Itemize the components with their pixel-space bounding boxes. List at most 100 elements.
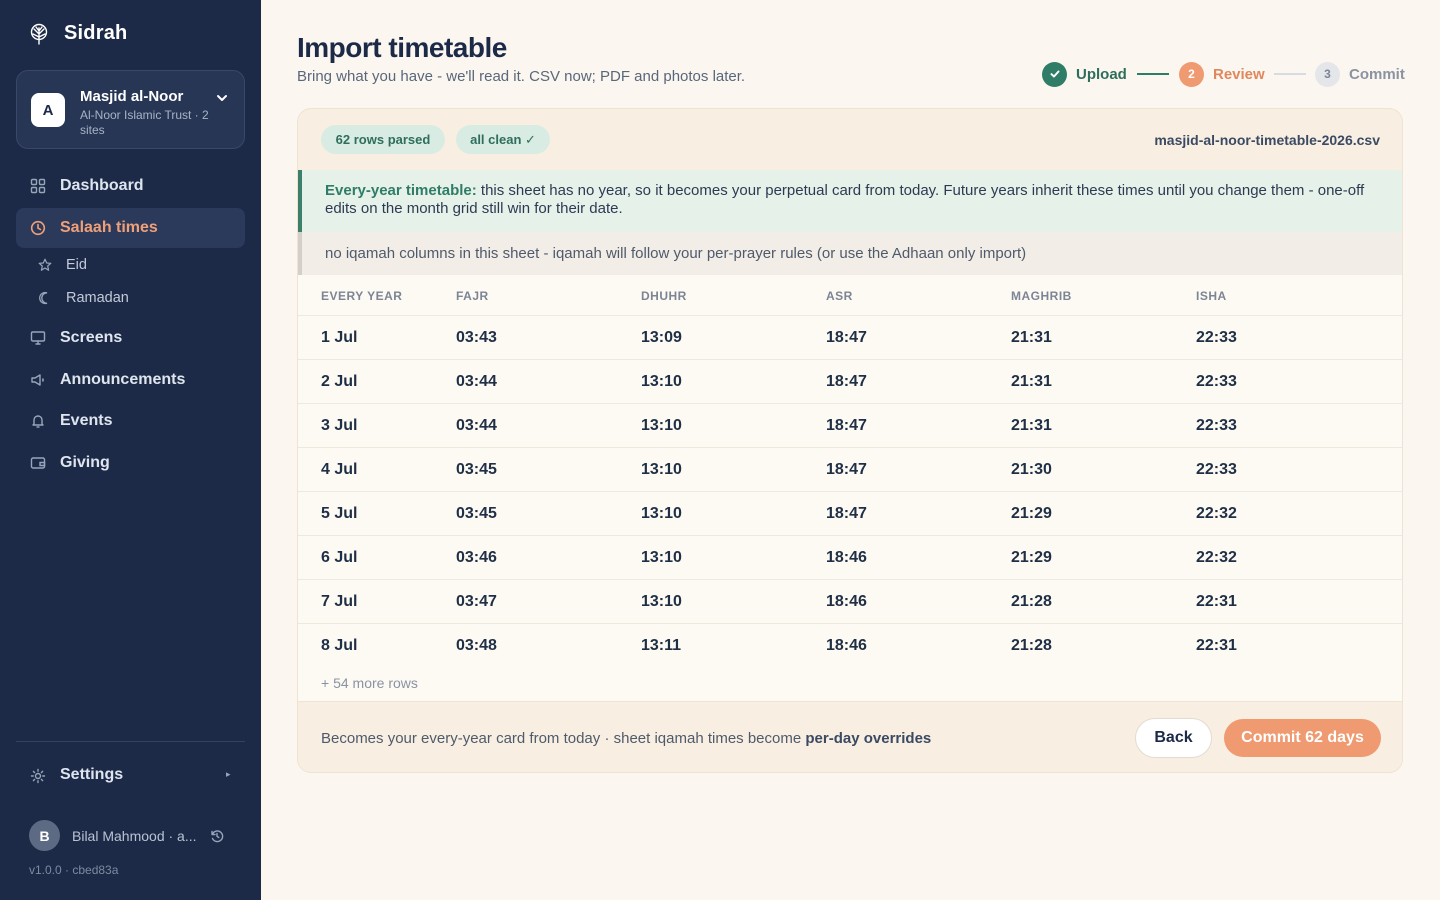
time-cell: 03:46 [456,549,497,566]
file-name: masjid-al-noor-timetable-2026.csv [1154,132,1380,148]
time-cell: 03:45 [456,461,497,478]
footer-text-emphasis: per-day overrides [805,730,932,747]
table-row: 6 Jul 03:46 13:10 18:46 21:29 22:32 [298,535,1402,579]
time-cell: 13:10 [641,461,682,478]
sidebar-subitem-label: Eid [66,257,87,273]
monitor-icon [30,331,46,345]
time-cell: 22:33 [1196,373,1237,390]
time-cell: 13:10 [641,417,682,434]
table-header: EVERY YEAR FAJR DHUHR ASR MAGHRIB ISHA [298,275,1402,315]
time-cell: 18:47 [826,505,867,522]
table-row: 3 Jul 03:44 13:10 18:47 21:31 22:33 [298,403,1402,447]
time-cell: 03:44 [456,373,497,390]
timetable-preview: EVERY YEAR FAJR DHUHR ASR MAGHRIB ISHA 1… [298,275,1402,701]
every-year-notice: Every-year timetable: this sheet has no … [298,170,1402,232]
time-cell: 21:28 [1011,593,1052,610]
step-connector [1274,73,1306,75]
date-cell: 7 Jul [321,593,358,610]
time-cell: 21:31 [1011,329,1052,346]
time-cell: 13:11 [641,637,682,654]
sidebar-item-dashboard[interactable]: Dashboard [16,166,245,206]
sidebar-item-events[interactable]: Events [16,401,245,441]
sidebar-item-label: Settings [60,766,124,783]
chevron-down-icon [217,95,227,101]
table-row: 2 Jul 03:44 13:10 18:47 21:31 22:33 [298,359,1402,403]
table-row: 4 Jul 03:45 13:10 18:47 21:30 22:33 [298,447,1402,491]
time-cell: 13:10 [641,593,682,610]
time-cell: 18:46 [826,549,867,566]
sidebar-item-announcements[interactable]: Announcements [16,360,245,400]
time-cell: 22:33 [1196,461,1237,478]
megaphone-icon [31,374,44,386]
status-badge: all clean ✓ [456,125,550,154]
wallet-icon [30,457,46,469]
time-cell: 22:32 [1196,549,1237,566]
time-cell: 22:32 [1196,505,1237,522]
sidebar: Sidrah A Masjid al-Noor Al-Noor Islamic … [0,0,261,900]
sidebar-item-screens[interactable]: Screens [16,318,245,358]
time-cell: 21:31 [1011,417,1052,434]
commit-button[interactable]: Commit 62 days [1224,719,1381,757]
time-cell: 18:47 [826,417,867,434]
refresh-icon[interactable] [209,828,225,844]
app-version: v1.0.0 · cbed83a [29,863,119,877]
sidebar-subitem-eid[interactable]: Eid [38,253,87,277]
footer-text: Becomes your every-year card from today … [321,730,931,747]
table-row: 8 Jul 03:48 13:11 18:46 21:28 22:31 [298,623,1402,667]
step-label: Review [1213,65,1265,83]
more-rows-note: + 54 more rows [321,675,418,691]
time-cell: 22:33 [1196,329,1237,346]
sidebar-item-salaah-times[interactable]: Salaah times [16,208,245,248]
back-button[interactable]: Back [1135,718,1212,758]
step-review[interactable]: 2 Review [1179,61,1265,87]
avatar: B [29,820,60,851]
user-name: Bilal Mahmood · a... [72,828,197,844]
org-switcher[interactable]: A Masjid al-Noor Al-Noor Islamic Trust ·… [16,70,245,149]
time-cell: 18:47 [826,329,867,346]
grid-icon [30,178,46,194]
sidebar-divider [16,741,245,742]
table-row: 7 Jul 03:47 13:10 18:46 21:28 22:31 [298,579,1402,623]
sidebar-item-label: Salaah times [60,219,158,236]
time-cell: 13:10 [641,373,682,390]
time-cell: 21:29 [1011,549,1052,566]
sidebar-item-label: Dashboard [60,177,144,194]
time-cell: 03:45 [456,505,497,522]
step-upload[interactable]: Upload [1042,61,1127,87]
step-number: 3 [1315,61,1340,87]
page-subtitle: Bring what you have - we'll read it. CSV… [297,68,746,85]
sidebar-item-giving[interactable]: Giving [16,443,245,483]
date-cell: 4 Jul [321,461,358,478]
review-card: 62 rows parsed all clean ✓ masjid-al-noo… [297,108,1403,773]
caret-right-icon: ▸ [226,769,231,779]
sidebar-subitem-ramadan[interactable]: Ramadan [38,286,129,310]
date-cell: 1 Jul [321,329,358,346]
page-title: Import timetable [297,32,507,63]
sidebar-subitem-label: Ramadan [66,290,129,306]
time-cell: 21:30 [1011,461,1052,478]
time-cell: 18:47 [826,373,867,390]
column-header: ASR [826,289,853,303]
step-commit[interactable]: 3 Commit [1315,61,1405,87]
sidebar-item-settings[interactable]: Settings ▸ [16,757,245,795]
time-cell: 18:46 [826,637,867,654]
crescent-moon-icon [39,291,48,305]
table-row: 1 Jul 03:43 13:09 18:47 21:31 22:33 [298,315,1402,359]
notice-text: Every-year timetable: this sheet has no … [325,182,1385,218]
column-header: ISHA [1196,289,1227,303]
sidebar-item-label: Events [60,412,113,429]
step-label: Commit [1349,65,1405,83]
time-cell: 21:31 [1011,373,1052,390]
brand[interactable]: Sidrah [28,22,127,45]
sidebar-item-label: Screens [60,329,123,346]
clock-icon [30,220,46,236]
time-cell: 03:43 [456,329,497,346]
org-subtitle: Al-Noor Islamic Trust · 2 sites [80,108,209,137]
org-avatar: A [31,93,65,127]
gear-icon [30,768,46,784]
time-cell: 13:10 [641,505,682,522]
time-cell: 18:47 [826,461,867,478]
user-profile[interactable]: B Bilal Mahmood · a... [29,820,239,852]
time-cell: 03:48 [456,637,497,654]
rows-parsed-badge: 62 rows parsed [321,125,445,154]
